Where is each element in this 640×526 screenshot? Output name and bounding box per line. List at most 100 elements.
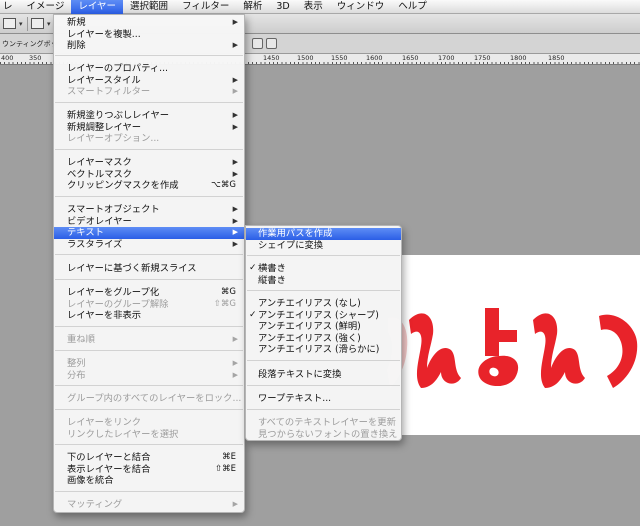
dropdown-arrow-icon[interactable]: ▾ [19, 20, 23, 28]
shortcut-label: ⌘G [220, 287, 236, 297]
menu-item-new-layer-based-slice[interactable]: レイヤーに基づく新規スライス [54, 263, 244, 275]
menu-separator [55, 326, 243, 327]
menu-item-layer-mask[interactable]: レイヤーマスク ▶ [54, 157, 244, 169]
checkmark-icon: ✓ [249, 309, 257, 320]
submenu-item-replace-missing-fonts: 見つからないフォントの置き換え [258, 428, 398, 440]
menu-item-ungroup-layers: レイヤーのグループ解除 ⇧⌘G [67, 298, 236, 310]
menu-item-layer-style[interactable]: レイヤースタイル ▶ [54, 75, 244, 87]
menu-item-merge-down[interactable]: 下のレイヤーと結合 ⌘E [54, 452, 244, 464]
menu-item-layer-options: レイヤーオプション... [67, 133, 160, 144]
menu-item-type[interactable]: テキスト ▶ [54, 227, 244, 239]
menu-bar: レ イメージ レイヤー 選択範囲 フィルター 解析 3D 表示 ウィンドウ ヘル… [0, 0, 640, 14]
menu-item-filter[interactable]: フィルター [175, 0, 236, 14]
submenu-arrow-icon: ▶ [232, 500, 238, 508]
menu-separator [55, 279, 243, 280]
panel-icon[interactable] [252, 38, 263, 49]
menu-item-new[interactable]: 新規 ▶ [54, 17, 244, 29]
menu-item-3d[interactable]: 3D [269, 0, 296, 14]
menu-separator [55, 196, 243, 197]
menu-item-matting: マッティング ▶ [67, 499, 238, 510]
submenu-arrow-icon: ▶ [232, 87, 238, 95]
menu-item-distribute: 分布 ▶ [67, 369, 238, 381]
menu-item-smart-objects[interactable]: スマートオブジェクト ▶ [54, 204, 244, 216]
menu-separator [247, 360, 400, 361]
checkmark-icon: ✓ [249, 263, 257, 273]
menu-item-group-layers[interactable]: レイヤーをグループ化 ⌘G [54, 287, 244, 299]
tool-preset-icon[interactable] [3, 18, 16, 29]
menu-item-arrange: 重ね順 ▶ [67, 334, 238, 345]
ruler-label: 1600 [366, 54, 383, 62]
menu-item-photoshop[interactable]: レ [0, 0, 20, 14]
menu-separator [247, 409, 400, 410]
ruler-label: 1500 [297, 54, 314, 62]
panel-tab-label[interactable]: ウンティングボッ [2, 39, 58, 49]
menu-separator [247, 290, 400, 291]
menu-item-analysis[interactable]: 解析 [236, 0, 269, 14]
menu-item-duplicate-layer[interactable]: レイヤーを複製... [54, 29, 244, 41]
submenu-item-convert-to-paragraph[interactable]: 段落テキストに変換 [246, 369, 401, 381]
ruler-label: 1700 [438, 54, 455, 62]
menu-item-image[interactable]: イメージ [20, 0, 72, 14]
menu-item-help[interactable]: ヘルプ [391, 0, 434, 14]
menu-separator [55, 444, 243, 445]
submenu-item-horizontal[interactable]: ✓ 横書き [246, 263, 401, 275]
menu-item-delete[interactable]: 削除 ▶ [54, 40, 244, 52]
submenu-item-antialias-sharp[interactable]: ✓ アンチエイリアス (シャープ) [246, 310, 401, 322]
panel-icon[interactable] [266, 38, 277, 49]
submenu-item-antialias-smooth[interactable]: アンチエイリアス (滑らかに) [246, 344, 401, 356]
submenu-arrow-icon: ▶ [232, 216, 238, 225]
layer-menu: 新規 ▶ レイヤーを複製... 削除 ▶ レイヤーのプロパティ... レイヤースタイ… [53, 14, 245, 513]
shortcut-label: ⇧⌘E [215, 463, 236, 474]
menu-separator [55, 350, 243, 351]
menu-item-new-adjustment-layer[interactable]: 新規調整レイヤー ▶ [54, 122, 244, 134]
menu-item-rasterize[interactable]: ラスタライズ ▶ [54, 239, 244, 251]
menu-item-create-clipping-mask[interactable]: クリッピングマスクを作成 ⌥⌘G [54, 180, 244, 192]
menu-separator [55, 55, 243, 56]
menu-item-align: 整列 ▶ [67, 358, 238, 369]
submenu-arrow-icon: ▶ [232, 359, 238, 367]
submenu-item-antialias-strong[interactable]: アンチエイリアス (強く) [246, 333, 401, 345]
submenu-arrow-icon: ▶ [232, 370, 238, 379]
menu-item-vector-mask[interactable]: ベクトルマスク ▶ [54, 169, 244, 181]
menu-item-layer[interactable]: レイヤー [71, 0, 124, 14]
submenu-item-vertical[interactable]: 縦書き [246, 275, 401, 287]
menu-item-new-fill-layer[interactable]: 新規塗りつぶしレイヤー ▶ [54, 110, 244, 122]
menu-separator [55, 102, 243, 103]
submenu-arrow-icon: ▶ [232, 41, 238, 49]
submenu-item-warp-text[interactable]: ワープテキスト... [246, 393, 401, 405]
menu-item-select[interactable]: 選択範囲 [123, 0, 175, 14]
menu-separator [55, 385, 243, 386]
ruler-label: 400 [1, 54, 14, 62]
menu-separator [55, 409, 243, 410]
submenu-arrow-icon: ▶ [232, 205, 238, 213]
submenu-arrow-icon: ▶ [232, 122, 238, 131]
menu-item-video-layers[interactable]: ビデオレイヤー ▶ [54, 216, 244, 228]
text-orientation-icon[interactable] [31, 18, 44, 29]
menu-item-layer-properties[interactable]: レイヤーのプロパティ... [54, 63, 244, 75]
submenu-arrow-icon: ▶ [232, 18, 238, 26]
ruler-label: 350 [29, 54, 42, 62]
submenu-item-antialias-none[interactable]: アンチエイリアス (なし) [246, 298, 401, 310]
submenu-arrow-icon: ▶ [232, 75, 238, 84]
submenu-item-create-work-path[interactable]: 作業用パスを作成 [246, 228, 401, 240]
dropdown-arrow-icon[interactable]: ▾ [47, 20, 51, 28]
menu-item-merge-visible[interactable]: 表示レイヤーを結合 ⇧⌘E [54, 464, 244, 476]
menu-item-window[interactable]: ウィンドウ [330, 0, 392, 14]
submenu-item-convert-to-shape[interactable]: シェイプに変換 [246, 240, 401, 252]
divider [27, 17, 28, 31]
menu-separator [55, 491, 243, 492]
submenu-item-antialias-crisp[interactable]: アンチエイリアス (鮮明) [246, 321, 401, 333]
ruler-label: 1650 [402, 54, 419, 62]
menu-item-view[interactable]: 表示 [297, 0, 330, 14]
shortcut-label: ⌥⌘G [211, 180, 236, 190]
submenu-arrow-icon: ▶ [232, 111, 238, 119]
submenu-item-update-all-text-layers: すべてのテキストレイヤーを更新 [258, 417, 396, 428]
menu-item-flatten-image[interactable]: 画像を統合 [54, 475, 244, 487]
menu-item-select-linked-layers: リンクしたレイヤーを選択 [67, 428, 179, 440]
shortcut-label: ⌘E [222, 452, 236, 462]
menu-separator [247, 255, 400, 256]
ruler-label: 1550 [331, 54, 348, 62]
menu-item-link-layers: レイヤーをリンク [67, 417, 142, 428]
menu-item-hide-layers[interactable]: レイヤーを非表示 [54, 310, 244, 322]
submenu-arrow-icon: ▶ [232, 158, 238, 166]
